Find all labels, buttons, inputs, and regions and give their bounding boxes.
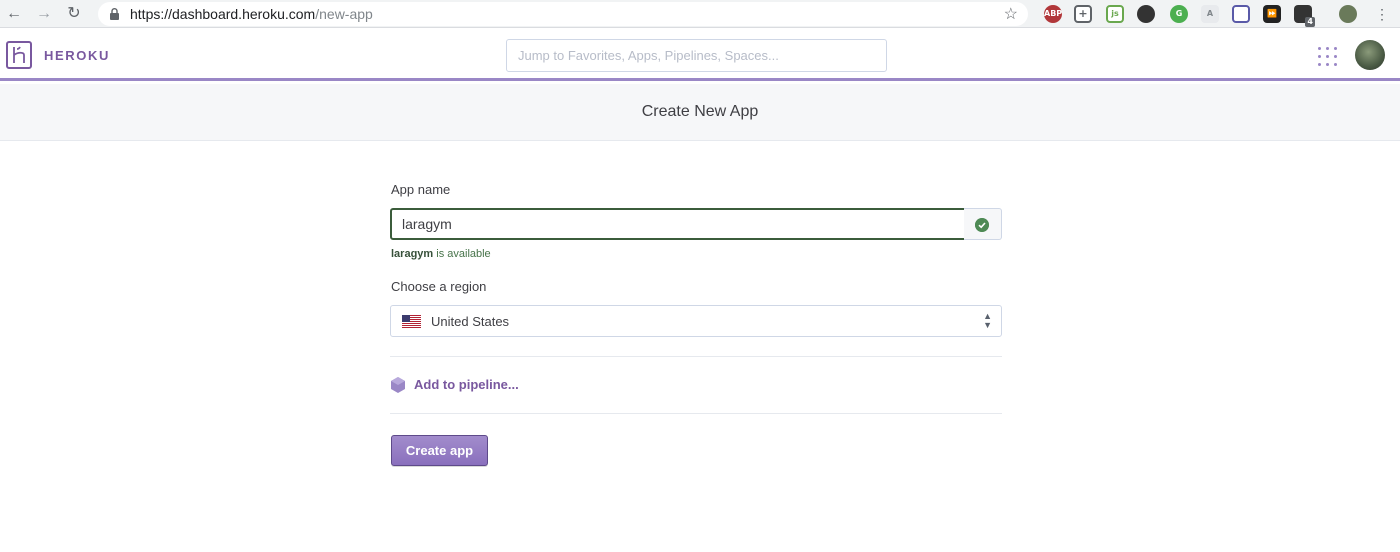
adblock-extension-icon[interactable]: ABP <box>1044 5 1062 23</box>
app-name-input[interactable] <box>390 208 966 240</box>
url-host: https://dashboard.heroku.com <box>130 6 316 22</box>
create-app-button[interactable]: Create app <box>391 435 488 466</box>
lock-icon <box>110 8 119 20</box>
app-name-status <box>964 208 1002 240</box>
address-bar[interactable]: https://dashboard.heroku.com/new-app ☆ <box>98 2 1028 26</box>
plus-extension-icon[interactable]: + <box>1074 5 1092 23</box>
node-extension-icon[interactable]: js <box>1106 5 1124 23</box>
url-path: /new-app <box>315 6 373 22</box>
check-circle-icon <box>975 218 989 232</box>
region-label: Choose a region <box>391 279 487 294</box>
region-value: United States <box>431 314 510 329</box>
reload-icon[interactable]: ↻ <box>64 4 84 24</box>
translate-extension-icon[interactable]: A <box>1201 5 1219 23</box>
divider <box>390 356 1002 357</box>
screen-extension-icon[interactable] <box>1232 5 1250 23</box>
extension-badge: 4 <box>1305 17 1315 27</box>
media-extension-icon[interactable]: ⏩ <box>1263 5 1281 23</box>
add-to-pipeline-label: Add to pipeline... <box>414 377 519 392</box>
region-select[interactable]: United States ▲ ▼ <box>390 305 1002 337</box>
app-name-label: App name <box>391 182 451 197</box>
page-header: Create New App <box>0 84 1400 141</box>
overflow-extension-icon[interactable]: 4 <box>1294 5 1315 27</box>
heroku-logo-icon[interactable] <box>6 41 32 69</box>
url-text: https://dashboard.heroku.com/new-app <box>130 6 373 22</box>
browser-menu-icon[interactable]: ⋮ <box>1372 4 1392 24</box>
search-input[interactable] <box>506 39 887 72</box>
divider <box>390 413 1002 414</box>
compass-extension-icon[interactable] <box>1137 5 1155 23</box>
browser-toolbar: ← → ↻ https://dashboard.heroku.com/new-a… <box>0 0 1400 28</box>
chevron-updown-icon: ▲ ▼ <box>983 311 992 330</box>
availability-text: is available <box>433 248 491 260</box>
bookmark-star-icon[interactable]: ☆ <box>1004 4 1018 24</box>
grammarly-extension-icon[interactable]: G <box>1170 5 1188 23</box>
heroku-brand[interactable]: HEROKU <box>44 48 110 63</box>
us-flag-icon <box>402 315 421 328</box>
avatar[interactable] <box>1355 40 1385 70</box>
apps-grid-icon[interactable] <box>1318 47 1337 66</box>
back-arrow-icon[interactable]: ← <box>4 4 24 24</box>
availability-message: laragym is available <box>391 248 491 260</box>
forward-arrow-icon[interactable]: → <box>34 4 54 24</box>
page-title: Create New App <box>641 103 759 120</box>
heroku-header: HEROKU <box>0 28 1400 81</box>
pipeline-hexagon-icon <box>391 377 405 393</box>
profile-avatar-icon[interactable] <box>1339 5 1357 23</box>
available-app-name: laragym <box>391 248 434 260</box>
